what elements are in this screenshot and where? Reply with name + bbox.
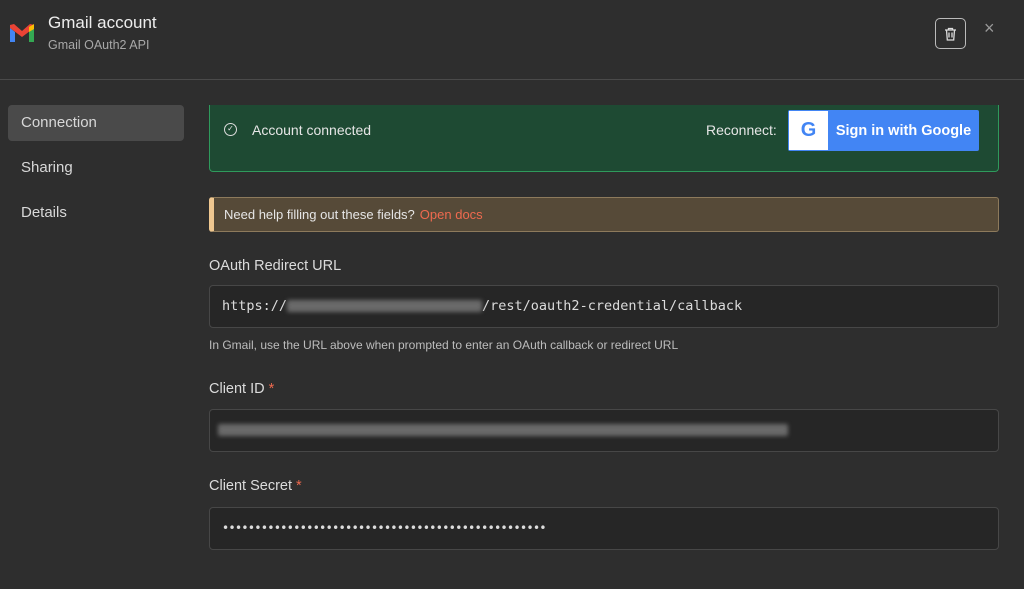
modal-header: Gmail account Gmail OAuth2 API ×: [0, 0, 1024, 80]
required-marker: *: [296, 478, 302, 494]
client-secret-label-text: Client Secret: [209, 478, 293, 494]
open-docs-link[interactable]: Open docs: [420, 207, 483, 222]
credential-type: Gmail OAuth2 API: [48, 38, 150, 52]
status-text: Account connected: [252, 122, 372, 138]
close-icon[interactable]: ×: [984, 18, 995, 39]
required-marker: *: [268, 381, 275, 397]
gmail-logo-icon: [10, 24, 34, 42]
help-notice: Need help filling out these fields? Open …: [209, 197, 999, 232]
connection-status-banner: ✓ Account connected Reconnect: G Sign in…: [209, 105, 999, 172]
redirect-url-label: OAuth Redirect URL: [209, 258, 342, 274]
redirect-url-hint: In Gmail, use the URL above when prompte…: [209, 338, 679, 352]
delete-button[interactable]: [935, 18, 966, 49]
trash-icon: [945, 27, 956, 41]
sidebar-item-details[interactable]: Details: [8, 195, 184, 231]
google-button-label: Sign in with Google: [835, 122, 972, 139]
client-id-label: Client ID *: [209, 381, 274, 397]
redirect-url-field[interactable]: https:// /rest/oauth2-credential/callback: [209, 285, 999, 328]
redacted-client-id: [218, 424, 788, 436]
reconnect-label: Reconnect:: [706, 122, 777, 138]
client-id-label-text: Client ID: [209, 381, 265, 397]
credential-title: Gmail account: [48, 13, 157, 32]
client-secret-field[interactable]: ••••••••••••••••••••••••••••••••••••••••…: [209, 507, 999, 550]
sidebar-item-connection[interactable]: Connection: [8, 105, 184, 141]
google-icon: G: [789, 111, 828, 150]
help-text: Need help filling out these fields?: [224, 207, 415, 222]
client-id-field[interactable]: [209, 409, 999, 452]
sidebar-item-sharing[interactable]: Sharing: [8, 150, 184, 186]
redacted-host: [287, 300, 483, 312]
sign-in-with-google-button[interactable]: G Sign in with Google: [788, 110, 979, 151]
sidebar: Connection Sharing Details: [8, 105, 184, 240]
check-circle-icon: ✓: [224, 123, 237, 136]
url-prefix: https://: [222, 298, 288, 314]
url-suffix: /rest/oauth2-credential/callback: [482, 298, 743, 314]
client-secret-label: Client Secret *: [209, 478, 302, 494]
